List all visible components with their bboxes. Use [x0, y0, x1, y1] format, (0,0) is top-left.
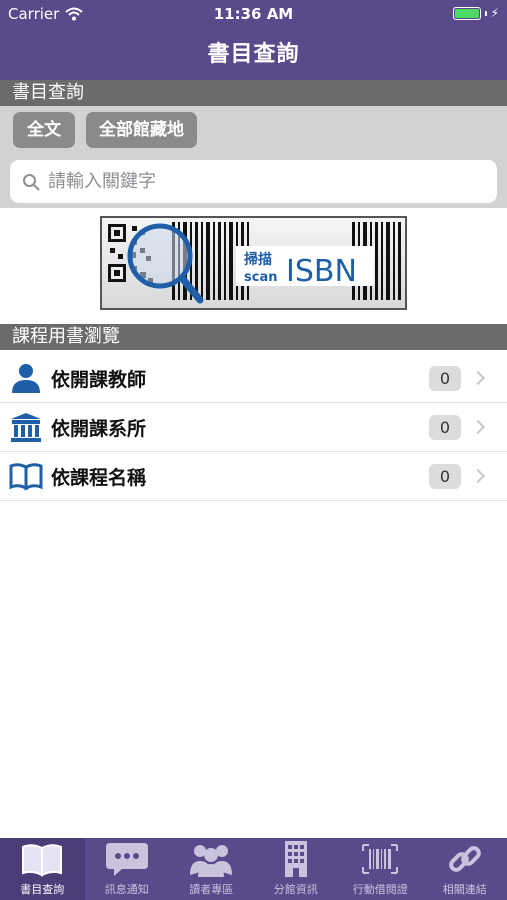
tab-notifications[interactable]: 訊息通知 — [85, 838, 170, 900]
list-item-teacher[interactable]: 依開課教師 0 — [0, 354, 507, 403]
status-bar: Carrier 11:36 AM ⚡ — [0, 0, 507, 28]
battery-icon: ⚡ — [452, 6, 499, 20]
chat-bubble-icon — [105, 843, 148, 876]
browse-list: 依開課教師 0 依開課系所 0 依課程名稱 0 — [0, 354, 507, 501]
scan-top-text: 掃描 — [244, 251, 272, 268]
building-icon — [284, 841, 307, 877]
building-icon — [11, 413, 41, 442]
barcode-icon — [362, 844, 399, 874]
search-area: 全文 全部館藏地 — [0, 106, 507, 208]
search-icon — [23, 173, 40, 190]
search-input[interactable] — [48, 171, 497, 192]
tab-related-links[interactable]: 相關連結 — [423, 838, 507, 900]
count-badge: 0 — [429, 365, 461, 391]
list-item-department[interactable]: 依開課系所 0 — [0, 403, 507, 452]
users-icon — [190, 845, 233, 877]
full-text-button[interactable]: 全文 — [13, 112, 75, 148]
person-icon — [12, 364, 40, 393]
scan-area: 掃描 scan ISBN — [0, 208, 507, 324]
scan-word-text: scan — [244, 270, 277, 285]
count-badge: 0 — [429, 414, 461, 440]
scan-isbn-graphic: 掃描 scan ISBN — [108, 222, 401, 304]
navigation-header: Carrier 11:36 AM ⚡ 書目查詢 — [0, 0, 507, 80]
charging-icon: ⚡ — [490, 6, 499, 20]
tab-label: 分館資訊 — [273, 883, 318, 896]
isbn-text: ISBN — [286, 254, 357, 289]
chevron-right-icon — [470, 419, 486, 435]
tab-mobile-library-card[interactable]: 行動借閱證 — [338, 838, 423, 900]
tab-label: 行動借閱證 — [352, 883, 408, 896]
page-title: 書目查詢 — [207, 42, 300, 67]
book-icon — [22, 844, 63, 877]
book-icon — [9, 463, 43, 491]
search-section-header: 書目查詢 — [0, 80, 507, 106]
tab-label: 讀者專區 — [189, 883, 234, 896]
list-item-label: 依課程名稱 — [51, 466, 147, 489]
chevron-right-icon — [470, 468, 486, 484]
magnifier-icon — [127, 223, 204, 304]
scan-isbn-button[interactable]: 掃描 scan ISBN — [100, 216, 407, 310]
chevron-right-icon — [470, 370, 486, 386]
tab-reader-area[interactable]: 讀者專區 — [169, 838, 254, 900]
browse-section-header: 課程用書瀏覽 — [0, 324, 507, 350]
tab-label: 相關連結 — [442, 883, 487, 896]
tab-bibliographic-search[interactable]: 書目查詢 — [0, 838, 85, 900]
tab-bar: 書目查詢 訊息通知 讀者專區 分館資訊 行動借閱證 相關連結 — [0, 838, 507, 900]
tab-label: 訊息通知 — [104, 883, 149, 896]
list-item-label: 依開課教師 — [51, 368, 147, 391]
status-time: 11:36 AM — [213, 5, 294, 23]
search-field[interactable] — [10, 160, 497, 203]
tab-label: 書目查詢 — [20, 883, 65, 896]
list-item-course[interactable]: 依課程名稱 0 — [0, 452, 507, 501]
link-icon — [448, 846, 481, 872]
count-badge: 0 — [429, 463, 461, 489]
tab-branch-info[interactable]: 分館資訊 — [254, 838, 339, 900]
all-locations-button[interactable]: 全部館藏地 — [86, 112, 197, 148]
list-item-label: 依開課系所 — [51, 417, 147, 440]
